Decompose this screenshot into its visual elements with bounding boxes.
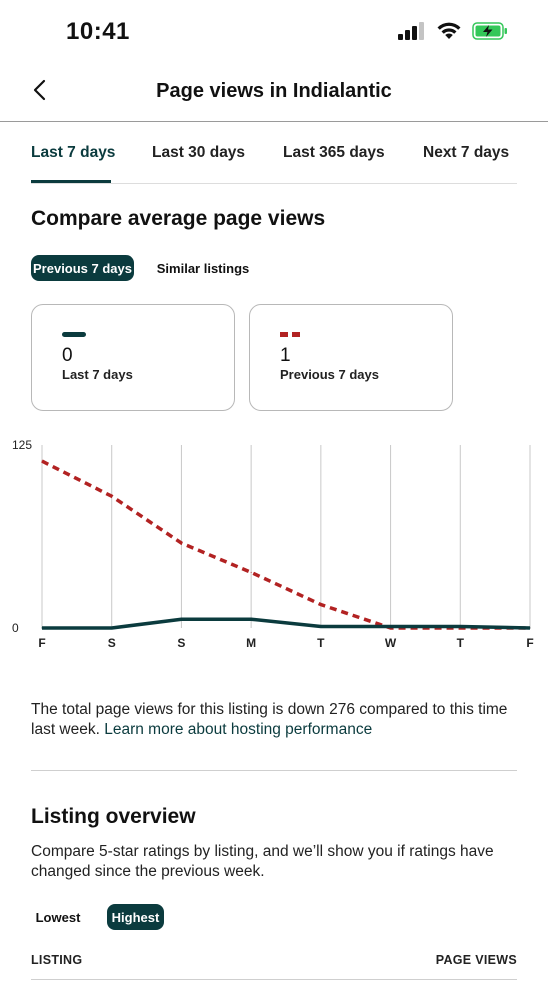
series-line-dashed (41, 459, 530, 630)
status-time: 10:41 (66, 18, 130, 45)
series-point (250, 618, 252, 620)
column-header-page-views[interactable]: PAGE VIEWS (436, 953, 517, 967)
filter-similar-listings[interactable]: Similar listings (154, 255, 252, 281)
x-tick-label: F (526, 636, 533, 650)
stat-label: Last 7 days (62, 367, 133, 382)
page-views-chart: 125 0 F S S M T W T F (0, 438, 548, 660)
x-tick-label: S (108, 636, 116, 650)
legend-swatch-solid (62, 332, 86, 337)
x-tick-label: T (317, 636, 325, 650)
overview-description: Compare 5-star ratings by listing, and w… (31, 843, 494, 880)
filter-previous-7-days[interactable]: Previous 7 days (31, 255, 134, 281)
section-divider (31, 770, 517, 771)
summary-text-block: The total page views for this listing is… (31, 700, 517, 740)
wifi-icon (436, 21, 462, 46)
series-point (180, 618, 182, 620)
column-header-listing[interactable]: LISTING (31, 953, 82, 967)
y-tick-label: 0 (12, 621, 19, 635)
stat-value: 0 (62, 345, 73, 366)
stat-card-previous-7-days[interactable]: 1 Previous 7 days (249, 304, 453, 411)
stat-card-last-7-days[interactable]: 0 Last 7 days (31, 304, 235, 411)
stat-value: 1 (280, 345, 291, 366)
tab-next-7-days[interactable]: Next 7 days (423, 144, 509, 162)
battery-charging-icon (472, 21, 508, 46)
series-point (41, 627, 43, 629)
series-point (111, 627, 113, 629)
x-tick-label: W (385, 636, 397, 650)
tab-last-365-days[interactable]: Last 365 days (283, 144, 385, 162)
tab-last-7-days[interactable]: Last 7 days (31, 144, 115, 162)
filter-lowest[interactable]: Lowest (31, 904, 85, 930)
series-point (320, 604, 322, 606)
filter-highest[interactable]: Highest (107, 904, 164, 930)
date-range-tabs: Last 7 days Last 30 days Last 365 days N… (31, 122, 517, 184)
table-header-divider (31, 979, 517, 980)
signal-icon (398, 22, 426, 45)
status-icons (398, 21, 508, 46)
status-bar: 10:41 (0, 0, 548, 62)
y-tick-label: 125 (12, 440, 32, 452)
overview-section-title: Listing overview (31, 805, 196, 828)
x-tick-label: S (177, 636, 185, 650)
series-point (41, 460, 43, 462)
page-title: Page views in Indialantic (156, 80, 392, 102)
hosting-performance-link[interactable]: Learn more about hosting performance (104, 721, 372, 738)
tab-last-30-days[interactable]: Last 30 days (152, 144, 245, 162)
x-tick-label: F (38, 636, 45, 650)
x-tick-label: M (246, 636, 256, 650)
compare-section-title: Compare average page views (31, 207, 326, 230)
series-point (111, 495, 113, 497)
series-point (180, 542, 182, 544)
x-tick-label: T (457, 636, 465, 650)
chart-svg: 125 0 F S S M T W T F (12, 438, 534, 650)
series-line-solid (42, 617, 531, 630)
series-point (459, 626, 461, 628)
series-point (390, 626, 392, 628)
active-tab-indicator (31, 180, 111, 183)
series-point (250, 571, 252, 573)
series-point (320, 626, 322, 628)
header: Page views in Indialantic (0, 62, 548, 122)
legend-swatch-dashed (280, 332, 300, 337)
series-point (529, 627, 531, 629)
stat-label: Previous 7 days (280, 367, 379, 382)
